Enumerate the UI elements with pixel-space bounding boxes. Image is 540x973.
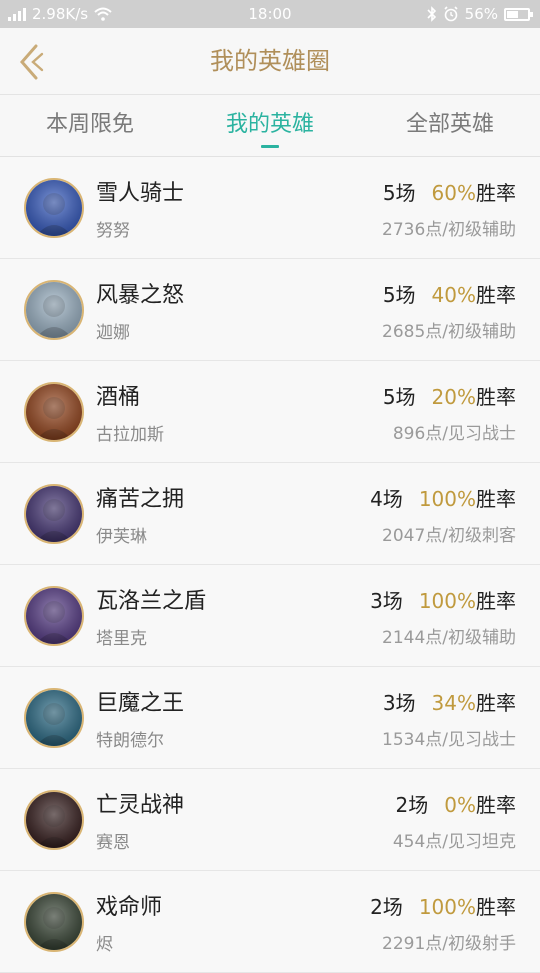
win-rate-label: 胜率 [476,589,516,613]
tab-bar: 本周限免 我的英雄 全部英雄 [0,95,540,157]
hero-nickname: 迦娜 [96,323,130,343]
games-count: 2场 [395,793,429,817]
alarm-icon [444,6,458,22]
win-rate-label: 胜率 [476,691,516,715]
hero-list-item[interactable]: 酒桶 古拉加斯 5场 20% 胜率 896点/见习战士 [0,361,540,463]
status-bar: 2.98K/s 18:00 56% [0,0,540,28]
win-rate-label: 胜率 [476,895,516,919]
hero-stats: 2场 0% 胜率 [396,789,516,818]
games-count: 4场 [370,487,403,511]
hero-list-item[interactable]: 瓦洛兰之盾 塔里克 3场 100% 胜率 2144点/初级辅助 [0,565,540,667]
games-count: 5场 [382,385,416,409]
hero-avatar [24,892,84,952]
hero-level: 2685点/初级辅助 [382,322,516,342]
hero-nickname: 努努 [96,221,130,241]
hero-name: 戏命师 [96,895,163,920]
hero-avatar [24,484,84,544]
hero-avatar [24,280,84,340]
win-rate-value: 0% [444,793,476,817]
win-rate-value: 60% [431,181,476,205]
games-count: 2场 [370,895,403,919]
hero-level: 2144点/初级辅助 [382,628,516,648]
battery-icon [504,7,533,21]
games-count: 5场 [382,283,416,307]
hero-list-item[interactable]: 雪人骑士 努努 5场 60% 胜率 2736点/初级辅助 [0,157,540,259]
win-rate-value: 34% [431,691,476,715]
hero-stats: 3场 34% 胜率 [383,687,516,716]
hero-nickname: 特朗德尔 [96,731,164,751]
win-rate-value: 40% [431,283,476,307]
hero-avatar [24,382,84,442]
hero-nickname: 伊芙琳 [96,527,147,547]
chevron-left-icon [20,44,44,80]
hero-avatar [24,586,84,646]
hero-level: 2047点/初级刺客 [382,526,516,546]
hero-list-item[interactable]: 亡灵战神 赛恩 2场 0% 胜率 454点/见习坦克 [0,769,540,871]
hero-list: 雪人骑士 努努 5场 60% 胜率 2736点/初级辅助 风暴之怒 迦娜 5场 … [0,157,540,973]
hero-level: 1534点/见习战士 [382,730,516,750]
win-rate-label: 胜率 [476,181,516,205]
hero-level: 896点/见习战士 [392,424,516,444]
hero-name: 酒桶 [96,385,141,410]
hero-stats: 5场 40% 胜率 [383,279,516,308]
win-rate-label: 胜率 [476,283,516,307]
win-rate-value: 100% [418,895,476,919]
hero-list-item[interactable]: 戏命师 烬 2场 100% 胜率 2291点/初级射手 [0,871,540,973]
hero-name: 亡灵战神 [96,793,185,818]
hero-nickname: 古拉加斯 [96,425,164,445]
hero-nickname: 赛恩 [96,833,130,853]
hero-nickname: 烬 [96,935,113,955]
back-button[interactable] [16,42,46,82]
hero-list-item[interactable]: 痛苦之拥 伊芙琳 4场 100% 胜率 2047点/初级刺客 [0,463,540,565]
tab-all-heroes[interactable]: 全部英雄 [360,95,540,157]
hero-stats: 2场 100% 胜率 [370,891,516,920]
win-rate-label: 胜率 [476,385,516,409]
hero-stats: 5场 60% 胜率 [383,177,516,206]
win-rate-value: 20% [431,385,476,409]
hero-avatar [24,688,84,748]
win-rate-value: 100% [418,487,476,511]
win-rate-value: 100% [418,589,476,613]
hero-stats: 3场 100% 胜率 [370,585,516,614]
status-right: 56% [427,0,533,28]
hero-list-item[interactable]: 巨魔之王 特朗德尔 3场 34% 胜率 1534点/见习战士 [0,667,540,769]
hero-list-item[interactable]: 风暴之怒 迦娜 5场 40% 胜率 2685点/初级辅助 [0,259,540,361]
hero-level: 454点/见习坦克 [392,832,516,852]
hero-name: 痛苦之拥 [96,487,185,512]
tab-weekly-free[interactable]: 本周限免 [0,95,180,157]
hero-stats: 4场 100% 胜率 [370,483,516,512]
hero-name: 雪人骑士 [96,181,185,206]
win-rate-label: 胜率 [476,793,516,817]
hero-avatar [24,790,84,850]
games-count: 5场 [382,181,416,205]
hero-nickname: 塔里克 [96,629,147,649]
tab-active-indicator [261,145,279,148]
hero-name: 巨魔之王 [96,691,185,716]
hero-stats: 5场 20% 胜率 [383,381,516,410]
hero-name: 瓦洛兰之盾 [96,589,207,614]
bluetooth-icon [427,6,436,22]
header: 我的英雄圈 [0,28,540,95]
battery-level: 56% [464,5,498,23]
hero-name: 风暴之怒 [96,283,185,308]
hero-level: 2291点/初级射手 [382,934,516,954]
games-count: 3场 [382,691,416,715]
page-title: 我的英雄圈 [210,47,330,75]
games-count: 3场 [370,589,403,613]
hero-level: 2736点/初级辅助 [382,220,516,240]
win-rate-label: 胜率 [476,487,516,511]
hero-avatar [24,178,84,238]
